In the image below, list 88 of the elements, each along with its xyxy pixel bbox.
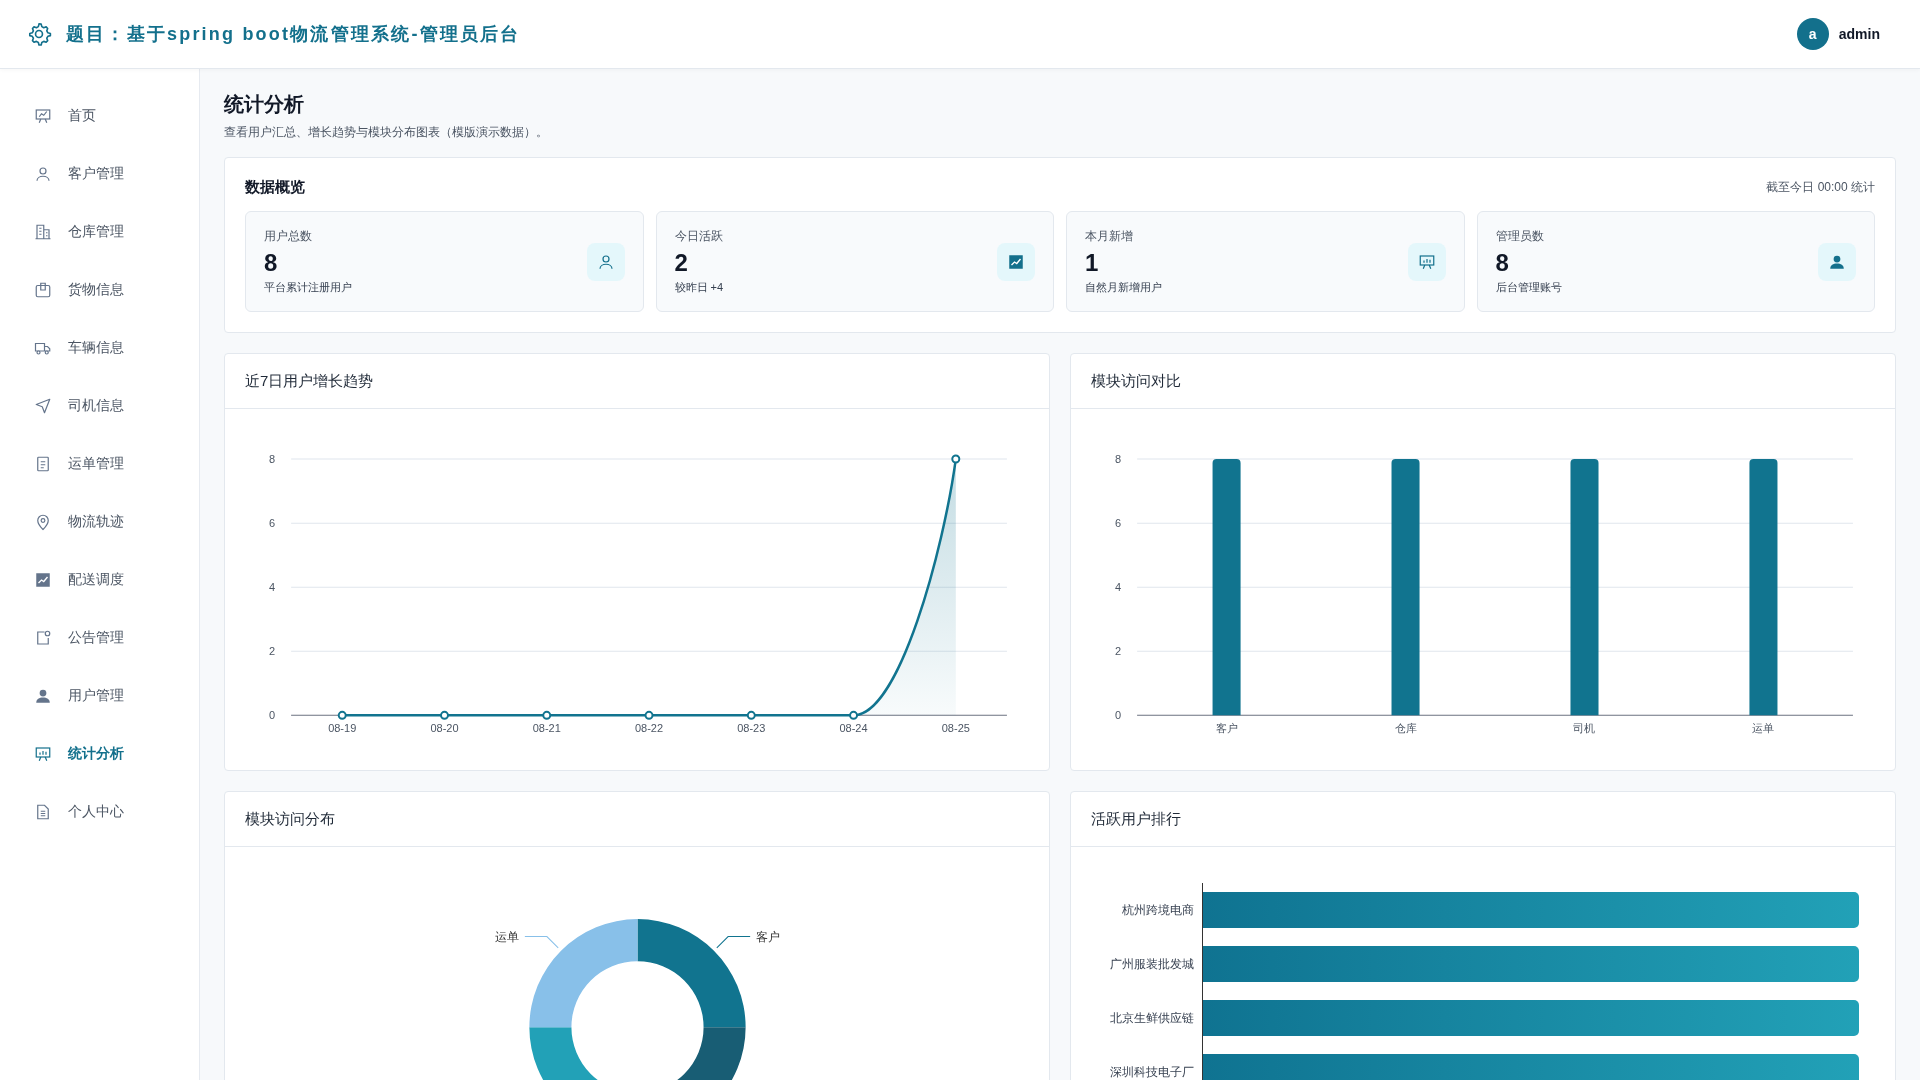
sidebar-item[interactable]: 车辆信息 (0, 319, 199, 377)
chart-title: 近7日用户增长趋势 (245, 371, 374, 391)
sidebar-item[interactable]: 用户管理 (0, 667, 199, 725)
axis-label: 08-25 (941, 722, 970, 735)
axis-label: 08-23 (737, 722, 766, 735)
box-icon (34, 281, 52, 299)
slice-label: 客户 (756, 929, 781, 944)
axis-label: 4 (268, 581, 276, 594)
building-icon (34, 223, 52, 241)
axis-label: 8 (268, 453, 276, 466)
settings-icon (26, 21, 52, 47)
sidebar-item[interactable]: 配送调度 (0, 551, 199, 609)
document-icon (34, 803, 52, 821)
stat-value: 8 (264, 249, 279, 277)
sidebar-item[interactable]: 公告管理 (0, 609, 199, 667)
data-point (644, 710, 654, 720)
stat-value: 1 (1085, 249, 1100, 277)
axis-label: 4 (1114, 581, 1122, 594)
stat-label: 用户总数 (264, 228, 313, 245)
stat-label: 今日活跃 (674, 228, 724, 245)
sidebar-item[interactable]: 首页 (0, 87, 199, 145)
stats-note: 截至今日 00:00 统计 (1766, 179, 1875, 196)
sidebar-item[interactable]: 仓库管理 (0, 203, 199, 261)
axis-label: 08-24 (839, 722, 868, 735)
ranking-label: 杭州跨境电商 (1121, 901, 1195, 919)
person-icon (34, 687, 52, 705)
data-point (542, 710, 552, 720)
notice-icon (34, 629, 52, 647)
chart-title: 模块访问分布 (245, 809, 335, 829)
user-avatar[interactable]: a (1796, 18, 1829, 50)
axis-label: 08-20 (430, 722, 459, 735)
leader-line (716, 936, 751, 949)
ranking-label: 北京生鲜供应链 (1109, 1009, 1195, 1027)
stat-note: 较昨日 +4 (674, 280, 724, 295)
chart-icon (34, 571, 52, 589)
chart-title: 模块访问对比 (1091, 371, 1181, 391)
data-point (746, 710, 756, 720)
section-title: 数据概览 (245, 178, 305, 197)
leader-line (524, 936, 559, 949)
sidebar-item[interactable]: 客户管理 (0, 145, 199, 203)
ranking-label: 广州服装批发城 (1109, 955, 1195, 973)
stat-value: 2 (674, 249, 689, 277)
slice-label: 运单 (494, 929, 519, 944)
stat-value: 8 (1495, 249, 1510, 277)
stat-note: 后台管理账号 (1495, 280, 1562, 295)
axis-label: 0 (1114, 709, 1122, 722)
axis-label: 08-19 (328, 722, 357, 735)
app-title: 题目：基于spring boot物流管理系统-管理员后台 (66, 23, 521, 46)
data-point (440, 710, 449, 720)
data-point (337, 710, 347, 720)
axis-label: 仓库 (1394, 722, 1417, 735)
user-name[interactable]: admin (1838, 26, 1880, 42)
sidebar-item[interactable]: 物流轨迹 (0, 493, 199, 551)
presentation-icon (34, 107, 52, 125)
axis-label: 2 (1114, 645, 1122, 658)
ranking-label: 深圳科技电子厂 (1109, 1063, 1195, 1080)
axis-label: 司机 (1573, 722, 1596, 735)
sidebar-item[interactable]: 个人中心 (0, 783, 199, 841)
axis-label: 0 (268, 709, 276, 722)
data-point (849, 710, 859, 720)
navigation-icon (34, 397, 52, 415)
chart-icon (1007, 252, 1025, 271)
axis-label: 客户 (1215, 722, 1238, 735)
page-title: 统计分析 (224, 92, 305, 117)
document-icon (34, 455, 52, 473)
stat-note: 自然月新增用户 (1085, 280, 1162, 295)
stat-label: 管理员数 (1495, 228, 1545, 245)
person-icon (596, 252, 615, 271)
axis-label: 6 (268, 517, 276, 530)
sidebar-item[interactable]: 运单管理 (0, 435, 199, 493)
axis-label: 6 (1114, 517, 1122, 530)
stat-label: 本月新增 (1085, 228, 1134, 245)
sidebar-item[interactable]: 货物信息 (0, 261, 199, 319)
location-pin-icon (34, 513, 52, 531)
axis-label: 08-21 (532, 722, 561, 735)
stat-note: 平台累计注册用户 (264, 280, 352, 295)
page-subtitle: 查看用户汇总、增长趋势与模块分布图表（模版演示数据）。 (224, 124, 549, 141)
sidebar-item[interactable]: 司机信息 (0, 377, 199, 435)
axis-label: 08-22 (634, 722, 664, 735)
person-icon (34, 165, 52, 183)
presentation-icon (34, 745, 52, 763)
axis-label: 2 (268, 645, 276, 658)
sidebar-item[interactable]: 统计分析 (0, 725, 199, 783)
chart-title: 活跃用户排行 (1091, 809, 1181, 829)
presentation-icon (1417, 252, 1436, 271)
axis-label: 运单 (1752, 722, 1775, 735)
axis-label: 8 (1114, 453, 1122, 466)
data-point (951, 454, 961, 464)
